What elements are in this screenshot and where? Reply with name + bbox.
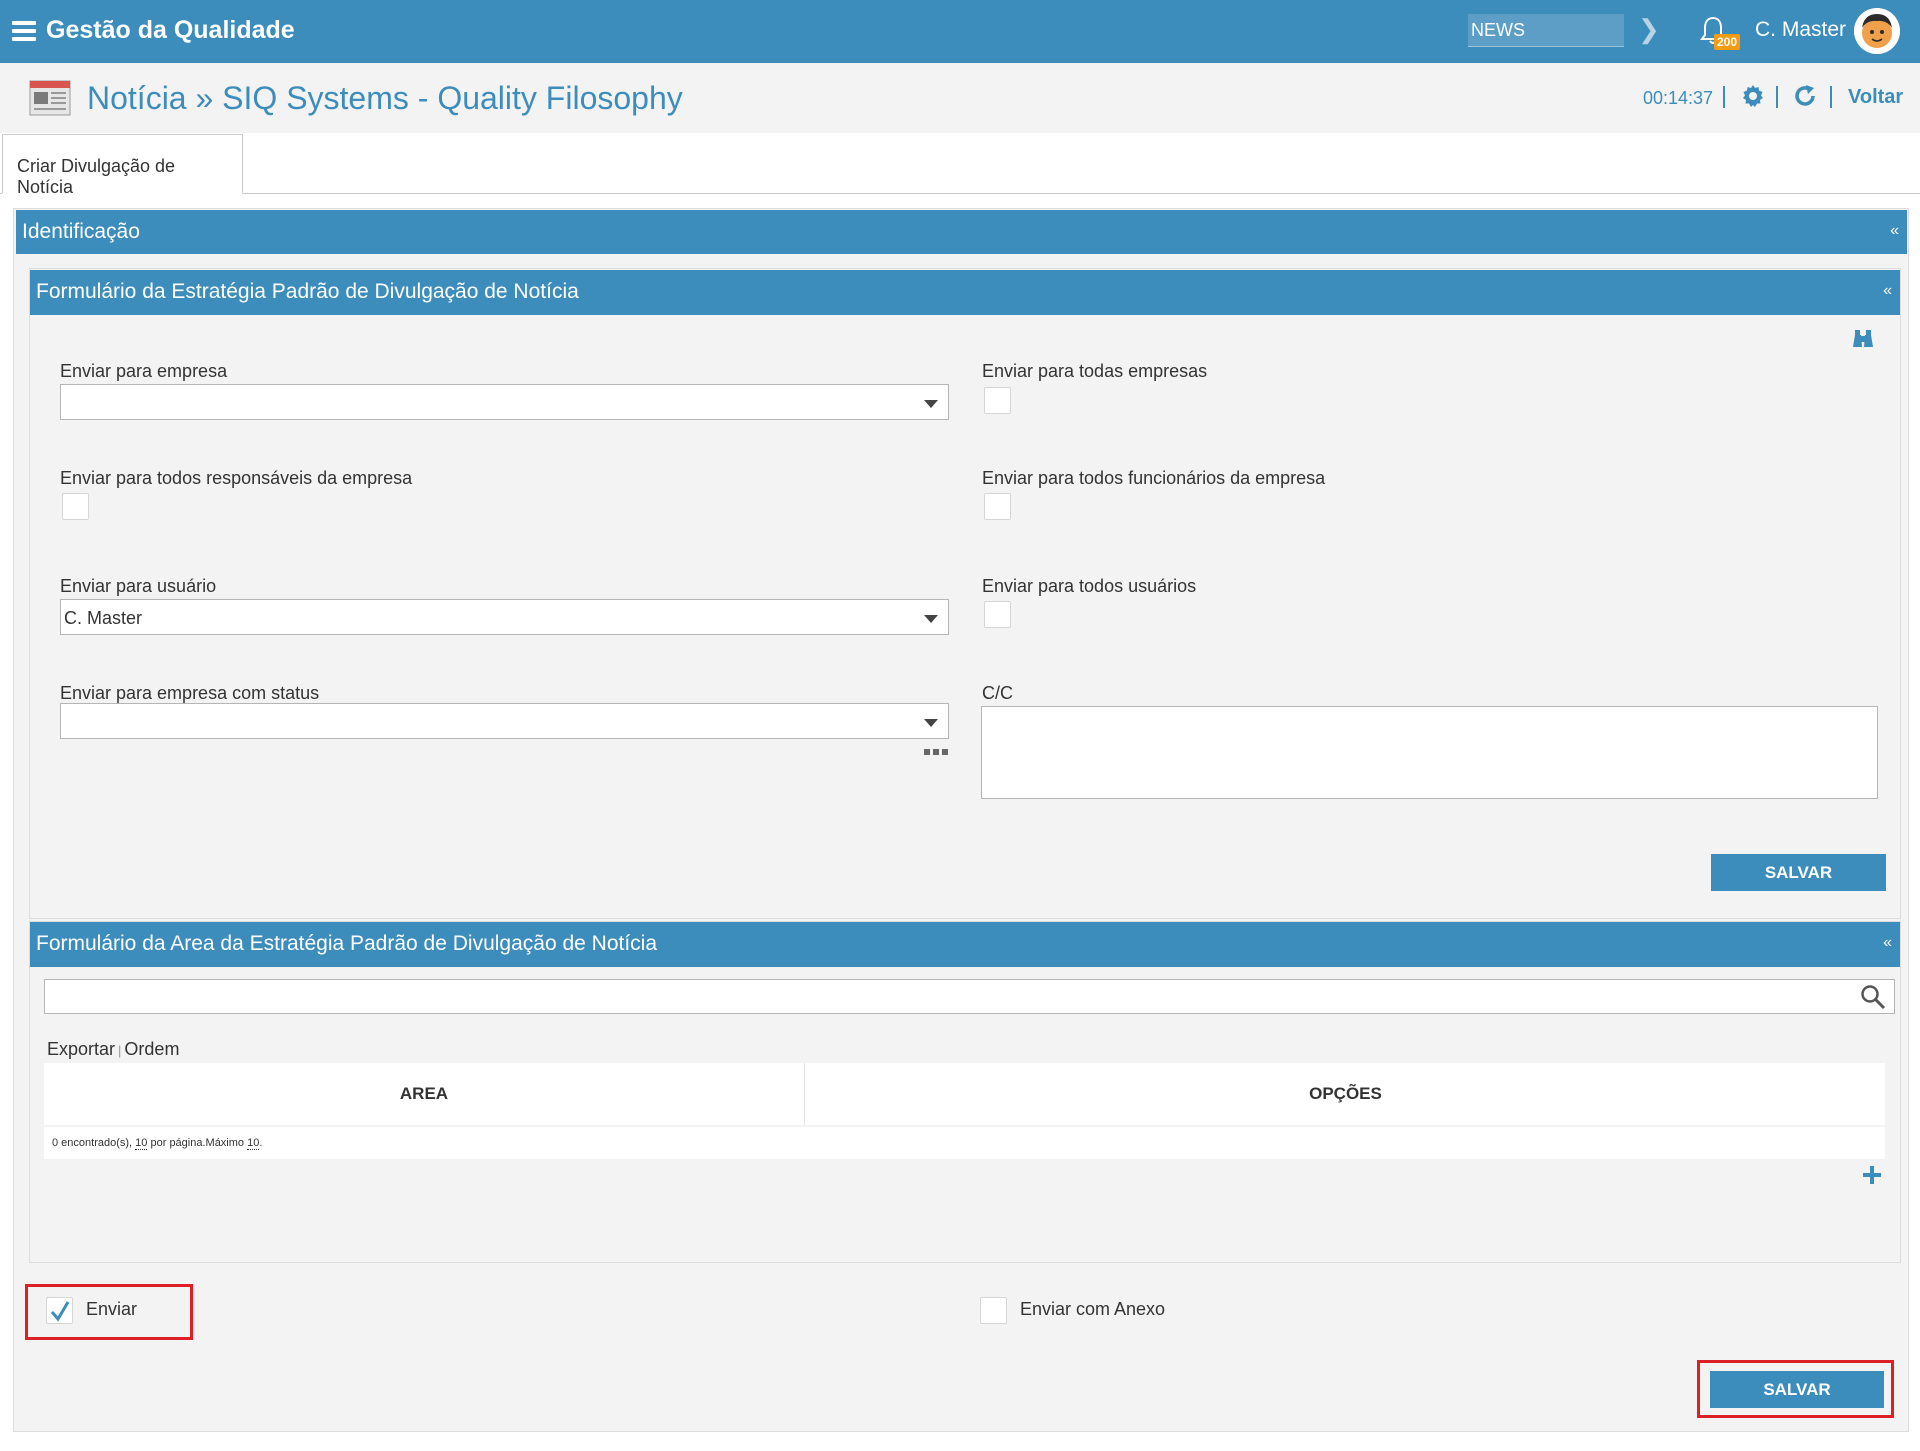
enviar-anexo-label: Enviar com Anexo	[1020, 1299, 1166, 1319]
export-order-links: Exportar | Ordem	[47, 1039, 179, 1060]
collapse-icon[interactable]: «	[1883, 282, 1892, 300]
chevron-right-icon[interactable]: ❯	[1638, 14, 1660, 45]
enviar-anexo-checkbox[interactable]	[980, 1297, 1007, 1324]
collapse-icon[interactable]: «	[1883, 934, 1892, 952]
enviar-empresa-label: Enviar para empresa	[60, 361, 228, 381]
link-separator: |	[118, 1043, 122, 1058]
enviar-usuario-value: C. Master	[64, 608, 143, 628]
session-timer: 00:14:37	[1643, 88, 1714, 108]
search-input[interactable]	[44, 979, 1895, 1014]
header-separator	[1830, 86, 1832, 108]
avatar[interactable]	[1854, 8, 1900, 54]
back-link[interactable]: Voltar	[1848, 86, 1903, 109]
column-header-opcoes[interactable]: OPÇÕES	[806, 1063, 1885, 1125]
form-area-title: Formulário da Area da Estratégia Padrão …	[36, 932, 658, 955]
tab-bar-line	[0, 193, 1920, 194]
section-identificacao-title: Identificação	[22, 220, 140, 243]
table-header: AREA OPÇÕES	[44, 1063, 1885, 1125]
table-footer: 0 encontrado(s), 10 por página.Máximo 10…	[44, 1127, 1885, 1159]
todos-funcionarios-label: Enviar para todos funcionários da empres…	[982, 468, 1326, 488]
header-separator	[1776, 86, 1778, 108]
enviar-checkbox[interactable]	[46, 1297, 73, 1324]
gear-icon[interactable]	[1741, 84, 1765, 108]
todos-usuarios-label: Enviar para todos usuários	[982, 576, 1197, 596]
caret-down-icon	[924, 400, 938, 408]
todas-empresas-label: Enviar para todas empresas	[982, 361, 1208, 381]
news-search-input[interactable]: NEWS	[1468, 14, 1624, 47]
empresa-status-select[interactable]	[60, 703, 949, 739]
todas-empresas-checkbox[interactable]	[984, 387, 1011, 414]
news-document-icon	[29, 80, 71, 116]
header-separator	[1723, 86, 1725, 108]
result-count: 0 encontrado(s),	[52, 1137, 133, 1149]
enviar-label: Enviar	[86, 1299, 138, 1319]
column-header-area[interactable]: AREA	[44, 1063, 805, 1125]
export-link[interactable]: Exportar	[47, 1039, 115, 1059]
notification-badge: 200	[1714, 34, 1741, 50]
per-page-text: por página.Máximo	[150, 1137, 245, 1149]
footer-period: .	[259, 1137, 263, 1149]
user-name[interactable]: C. Master	[1755, 18, 1846, 42]
todos-usuarios-checkbox[interactable]	[984, 601, 1011, 628]
save-button-estrategia[interactable]: SALVAR	[1711, 854, 1886, 891]
form-estrategia-header[interactable]: Formulário da Estratégia Padrão de Divul…	[30, 270, 1900, 315]
order-link[interactable]: Ordem	[124, 1039, 179, 1059]
enviar-empresa-select[interactable]	[60, 384, 949, 420]
binoculars-icon[interactable]	[1852, 328, 1874, 350]
cc-label: C/C	[982, 683, 1013, 703]
page-title: Notícia » SIQ Systems - Quality Filosoph…	[87, 80, 683, 116]
per-page-link[interactable]: 10	[135, 1137, 148, 1150]
section-identificacao-header[interactable]: Identificação «	[16, 210, 1907, 254]
form-estrategia-title: Formulário da Estratégia Padrão de Divul…	[36, 280, 579, 303]
todos-funcionarios-checkbox[interactable]	[984, 493, 1011, 520]
todos-responsaveis-label: Enviar para todos responsáveis da empres…	[60, 468, 413, 488]
save-button[interactable]: SALVAR	[1710, 1371, 1884, 1408]
checkmark-icon	[50, 1301, 70, 1322]
empresa-status-label: Enviar para empresa com status	[60, 683, 320, 703]
enviar-usuario-select[interactable]: C. Master	[60, 599, 949, 635]
caret-down-icon	[924, 719, 938, 727]
caret-down-icon	[924, 615, 938, 623]
refresh-icon[interactable]	[1793, 84, 1817, 108]
tab-criar-divulgacao[interactable]: Criar Divulgação de Notícia	[2, 134, 243, 197]
max-link[interactable]: 10	[247, 1137, 260, 1150]
search-icon[interactable]	[1860, 984, 1886, 1010]
collapse-icon[interactable]: «	[1890, 222, 1899, 240]
form-estrategia-panel	[29, 268, 1901, 919]
todos-responsaveis-checkbox[interactable]	[62, 493, 89, 520]
more-options-icon[interactable]	[923, 748, 949, 756]
app-title[interactable]: Gestão da Qualidade	[46, 16, 295, 45]
enviar-usuario-label: Enviar para usuário	[60, 576, 217, 596]
form-area-header[interactable]: Formulário da Area da Estratégia Padrão …	[30, 922, 1900, 967]
hamburger-menu-icon[interactable]	[12, 21, 36, 41]
cc-textarea[interactable]	[981, 706, 1878, 799]
add-icon[interactable]	[1863, 1166, 1881, 1184]
